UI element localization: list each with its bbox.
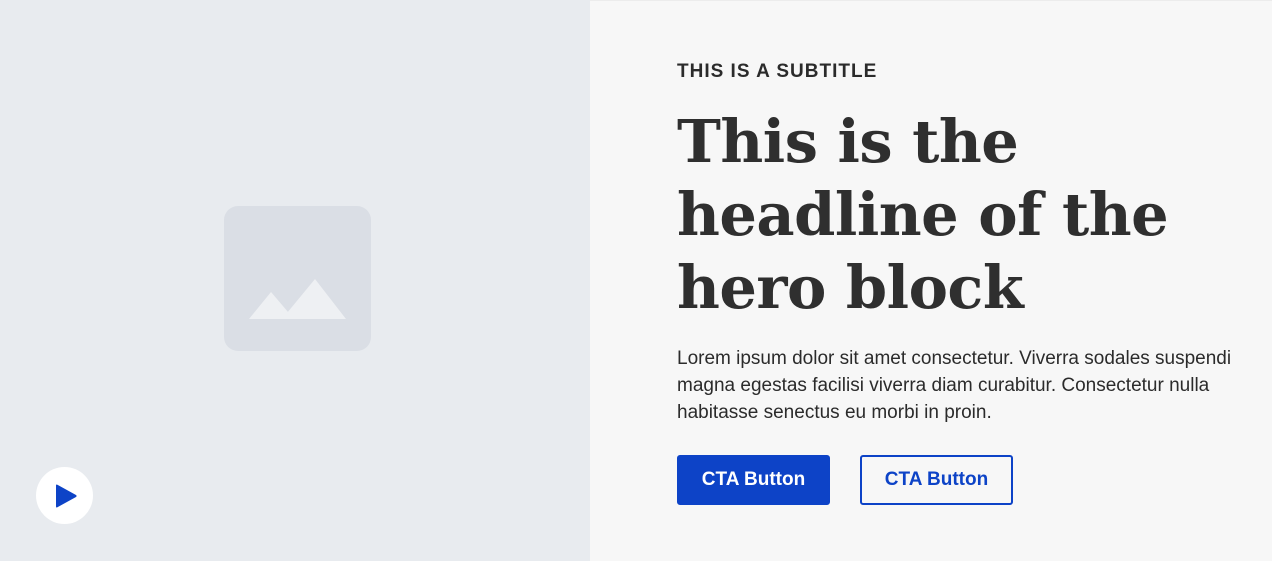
play-button[interactable] bbox=[36, 467, 93, 524]
hero-media bbox=[0, 0, 590, 561]
play-icon bbox=[56, 484, 77, 508]
cta-primary-button[interactable]: CTA Button bbox=[677, 455, 830, 505]
image-placeholder-icon bbox=[224, 206, 371, 351]
cta-secondary-button[interactable]: CTA Button bbox=[860, 455, 1013, 505]
hero-content: THIS IS A SUBTITLE This is the headline … bbox=[590, 0, 1272, 561]
hero-subtitle: THIS IS A SUBTITLE bbox=[677, 61, 878, 82]
hero-body-text: Lorem ipsum dolor sit amet consectetur. … bbox=[677, 348, 1232, 423]
hero-block: THIS IS A SUBTITLE This is the headline … bbox=[0, 0, 1272, 561]
hero-headline: This is the headline of the hero block bbox=[677, 107, 1169, 322]
